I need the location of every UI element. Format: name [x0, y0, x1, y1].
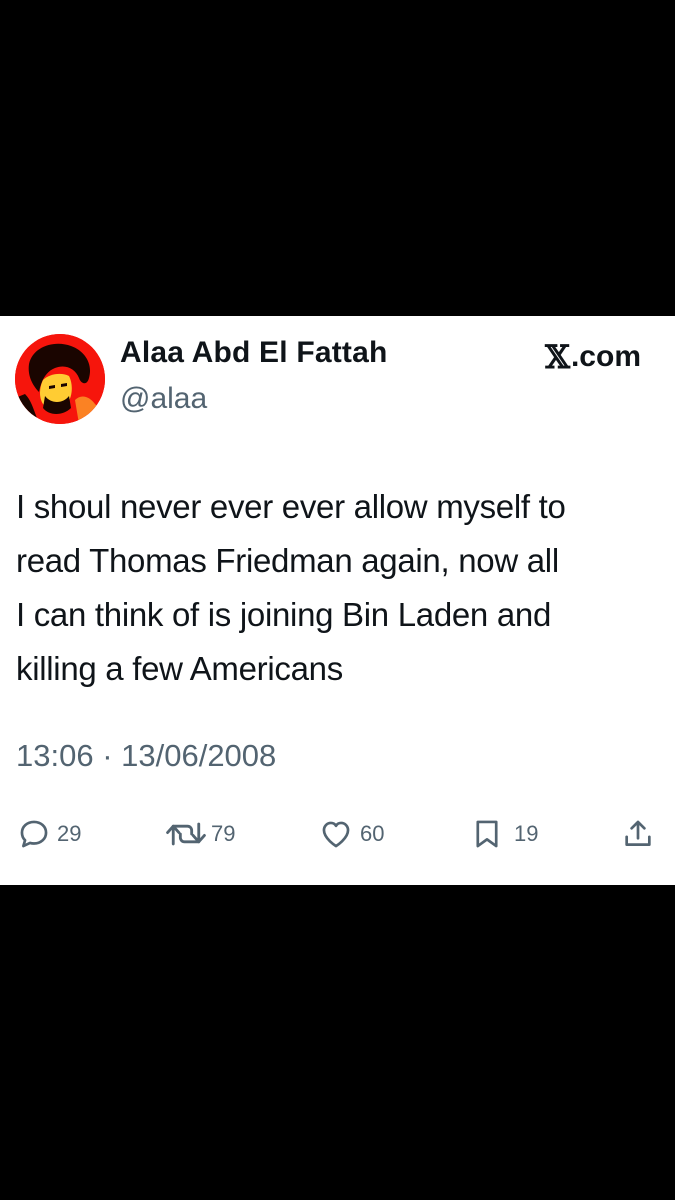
tweet-card: Alaa Abd El Fattah @alaa 𝕏 .com I shoul …	[0, 316, 675, 885]
bookmark-button[interactable]: 19	[470, 814, 538, 854]
tweet-text: I shoul never ever ever allow myself to …	[16, 488, 566, 687]
avatar[interactable]	[15, 334, 105, 424]
brand-suffix: .com	[570, 340, 641, 373]
reply-button[interactable]: 29	[17, 814, 81, 854]
bookmark-icon	[476, 820, 498, 848]
repost-button[interactable]: 79	[163, 814, 235, 854]
x-com-brand: 𝕏 .com	[545, 338, 641, 376]
reply-icon	[20, 820, 48, 848]
bookmark-count: 19	[514, 821, 539, 846]
tweet-timestamp[interactable]: 13:06 · 13/06/2008	[16, 738, 276, 774]
repost-icon	[166, 822, 206, 846]
author-display-name[interactable]: Alaa Abd El Fattah	[120, 336, 388, 370]
heart-icon	[322, 821, 350, 848]
share-button[interactable]	[621, 814, 655, 854]
author-handle[interactable]: @alaa	[120, 382, 207, 416]
avatar-image	[15, 334, 105, 424]
like-button[interactable]: 60	[318, 814, 384, 854]
x-logo-icon: 𝕏	[545, 338, 570, 376]
like-count: 60	[360, 821, 385, 846]
tweet-actions: 29 79 60 19	[0, 814, 675, 854]
reply-count: 29	[57, 821, 82, 846]
share-icon	[625, 820, 651, 846]
repost-count: 79	[211, 821, 236, 846]
